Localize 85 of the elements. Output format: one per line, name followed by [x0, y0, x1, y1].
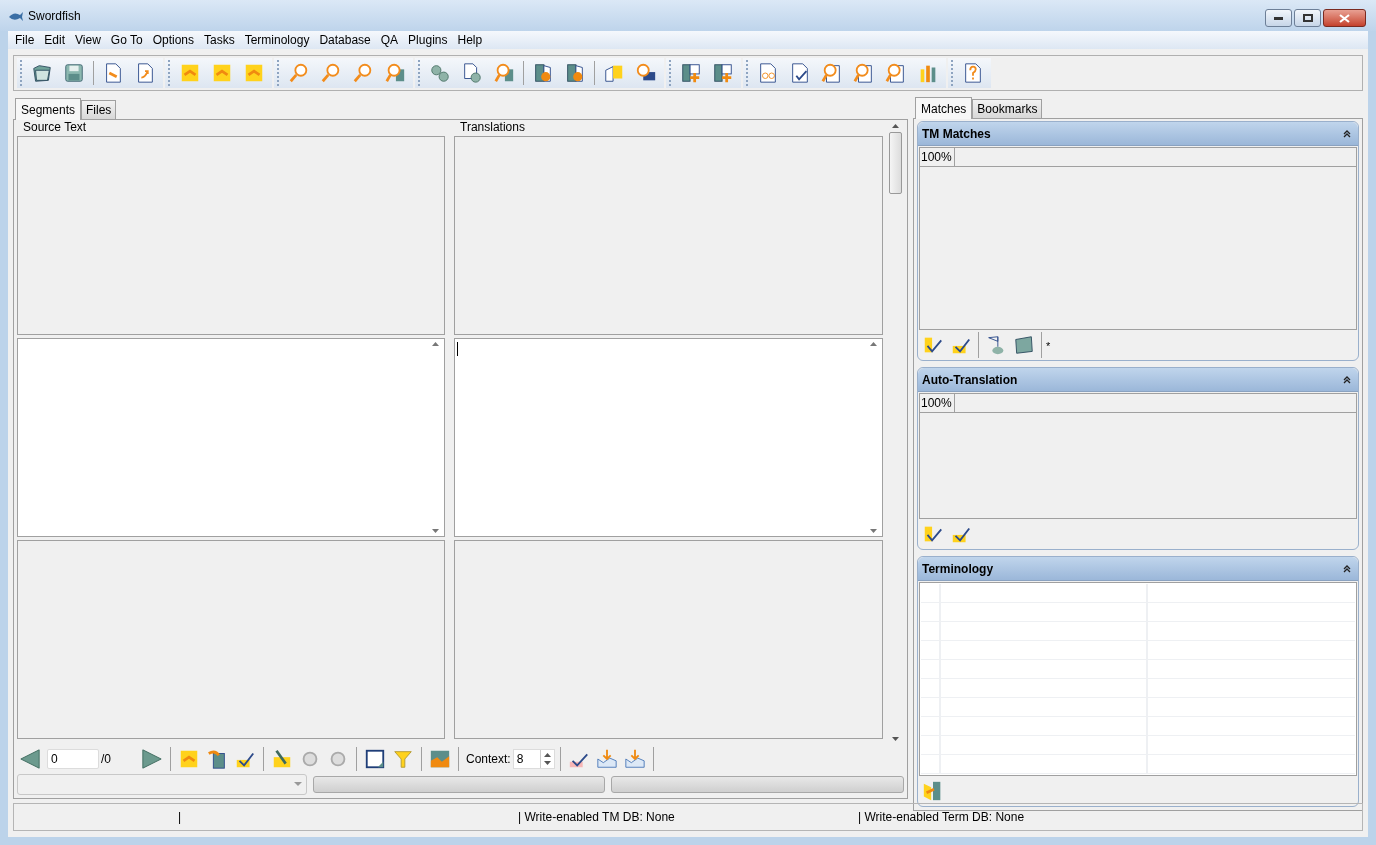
magnifier-icon	[288, 62, 310, 84]
panel-title: TM Matches	[922, 125, 991, 143]
document-magnifier-icon	[885, 62, 907, 84]
download-icon	[595, 748, 618, 770]
window-title: Swordfish	[28, 7, 81, 25]
menu-item[interactable]: Edit	[39, 32, 71, 48]
maximize-button[interactable]	[1294, 9, 1321, 27]
close-icon	[1339, 13, 1350, 23]
scrollbar[interactable]	[887, 122, 904, 743]
menu-item[interactable]: View	[70, 32, 106, 48]
segment-total: /0	[101, 751, 112, 768]
download-icon	[623, 748, 646, 770]
maximize-icon	[1302, 14, 1313, 22]
scroll-down-icon	[892, 737, 899, 741]
collapse-icon	[1343, 129, 1351, 138]
next-button[interactable]	[139, 746, 165, 772]
binder-plus-icon	[680, 62, 702, 84]
next-arrow-icon	[141, 748, 163, 770]
menu-item[interactable]: Database	[314, 32, 376, 48]
tab[interactable]: Bookmarks	[972, 99, 1043, 118]
arrows-icon	[211, 62, 233, 84]
dropdown-arrow-icon	[293, 782, 302, 786]
tab[interactable]: Files	[81, 100, 117, 119]
filter-icon	[392, 748, 414, 770]
document-magnifier-icon	[821, 62, 843, 84]
magnifier-icon	[352, 62, 374, 84]
menu-item[interactable]: QA	[375, 32, 404, 48]
panel-title: Terminology	[922, 560, 994, 578]
binder-icon	[564, 62, 586, 84]
scroll-up-icon	[870, 342, 877, 346]
column-heading: Source Text	[23, 120, 87, 134]
document-magnifier-icon	[853, 62, 875, 84]
menu-item[interactable]: Go To	[105, 32, 148, 48]
tab[interactable]: Matches	[915, 97, 973, 119]
scroll-down-icon	[432, 529, 439, 533]
status-text: |	[178, 809, 183, 826]
collapse-icon	[1343, 564, 1351, 573]
minimize-icon	[1274, 16, 1283, 20]
scroll-up-icon	[432, 342, 439, 346]
binder-plus-icon	[712, 62, 734, 84]
spellcheck-document-icon	[789, 62, 811, 84]
magnifier-icon	[384, 62, 406, 84]
collapse-icon	[1343, 375, 1351, 384]
segment-number-field[interactable]: 0	[47, 749, 99, 769]
arrows-icon	[243, 62, 265, 84]
arrows-icon	[179, 62, 201, 84]
close-button[interactable]	[1323, 9, 1366, 27]
previous-button[interactable]	[17, 746, 43, 772]
menu-item[interactable]: Tasks	[199, 32, 240, 48]
score-cell: 100%	[920, 394, 955, 412]
help-icon	[962, 62, 984, 84]
glasses-document-icon	[757, 62, 779, 84]
previous-arrow-icon	[19, 748, 41, 770]
square-icon	[364, 748, 386, 770]
context-spinner[interactable]: 8	[512, 749, 555, 769]
panel-title: Auto-Translation	[922, 371, 1018, 389]
magnifier-icon	[493, 62, 515, 84]
minimize-button[interactable]	[1265, 9, 1292, 27]
arrows-icon	[178, 748, 200, 770]
magnifier-icon	[320, 62, 342, 84]
tab[interactable]: Segments	[15, 98, 82, 120]
pen-icon	[271, 748, 293, 770]
context-value: 8	[516, 751, 524, 768]
landscape-icon	[429, 748, 451, 770]
column-heading: Translations	[460, 120, 525, 134]
binder-icon	[532, 62, 554, 84]
menu-item[interactable]: Plugins	[403, 32, 453, 48]
menu-item[interactable]: Help	[452, 32, 488, 48]
score-cell: 100%	[920, 148, 955, 166]
context-label: Context:	[466, 751, 511, 768]
folder-icon	[31, 62, 53, 84]
menu-item[interactable]: Terminology	[239, 32, 315, 48]
menu-item[interactable]: Options	[147, 32, 199, 48]
menu-item[interactable]: File	[10, 32, 40, 48]
scroll-thumb[interactable]	[889, 132, 902, 194]
status-text: | Write-enabled Term DB: None	[858, 809, 1026, 826]
scroll-up-icon	[892, 124, 899, 128]
tag-document-icon	[206, 748, 228, 770]
spheres-icon	[429, 62, 451, 84]
status-text: | Write-enabled TM DB: None	[518, 809, 676, 826]
scroll-down-icon	[870, 529, 877, 533]
document-sphere-icon	[461, 62, 483, 84]
folder-icon	[1013, 334, 1035, 356]
text-cursor	[457, 342, 458, 356]
asterisk-mark: *	[1046, 339, 1051, 354]
